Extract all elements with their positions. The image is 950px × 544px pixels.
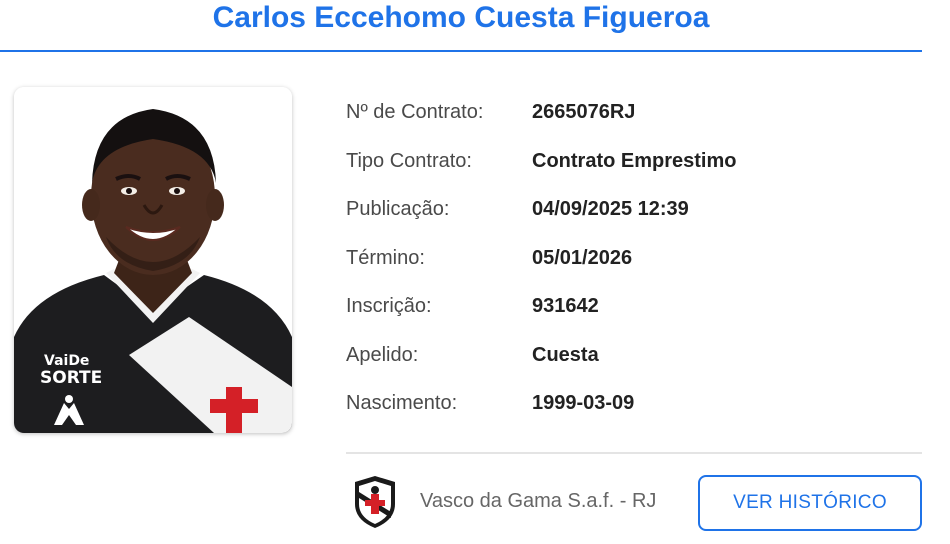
contract-details: Nº de Contrato: 2665076RJ Tipo Contrato:…	[346, 90, 926, 430]
field-label: Tipo Contrato:	[346, 149, 472, 172]
field-label: Inscrição:	[346, 295, 432, 317]
field-value: 931642	[532, 295, 599, 317]
club-name: Vasco da Gama S.a.f. - RJ	[420, 490, 657, 512]
jersey-sponsor-top: VaiDe	[44, 353, 89, 369]
field-label: Apelido:	[346, 343, 419, 366]
field-value: 05/01/2026	[532, 246, 633, 269]
field-row-nickname: Apelido: Cuesta	[346, 333, 926, 382]
field-value: Contrato Emprestimo	[532, 149, 737, 172]
field-value: 1999-03-09	[532, 392, 635, 414]
player-name-title: Carlos Eccehomo Cuesta Figueroa	[212, 1, 710, 34]
field-row-registration: Inscrição: 931642	[346, 284, 926, 333]
field-row-end-date: Término: 05/01/2026	[346, 236, 926, 285]
field-row-publication: Publicação: 04/09/2025 12:39	[346, 187, 926, 236]
player-photo: VaiDe SORTE	[14, 87, 292, 433]
view-history-button[interactable]: VER HISTÓRICO	[698, 475, 922, 531]
jersey-sponsor-bottom: SORTE	[40, 368, 102, 388]
field-value: Cuesta	[532, 343, 599, 366]
field-label: Nº de Contrato:	[346, 101, 484, 123]
title-divider	[0, 50, 922, 52]
field-label: Término:	[346, 246, 425, 269]
club-crest-icon	[351, 474, 399, 530]
field-label: Publicação:	[346, 198, 450, 220]
field-row-contract-number: Nº de Contrato: 2665076RJ	[346, 90, 926, 139]
field-value: 2665076RJ	[532, 101, 636, 123]
field-label: Nascimento:	[346, 392, 458, 414]
field-value: 04/09/2025 12:39	[532, 198, 689, 220]
field-row-contract-type: Tipo Contrato: Contrato Emprestimo	[346, 139, 926, 188]
field-row-birth-date: Nascimento: 1999-03-09	[346, 381, 926, 430]
footer-divider	[346, 452, 922, 454]
